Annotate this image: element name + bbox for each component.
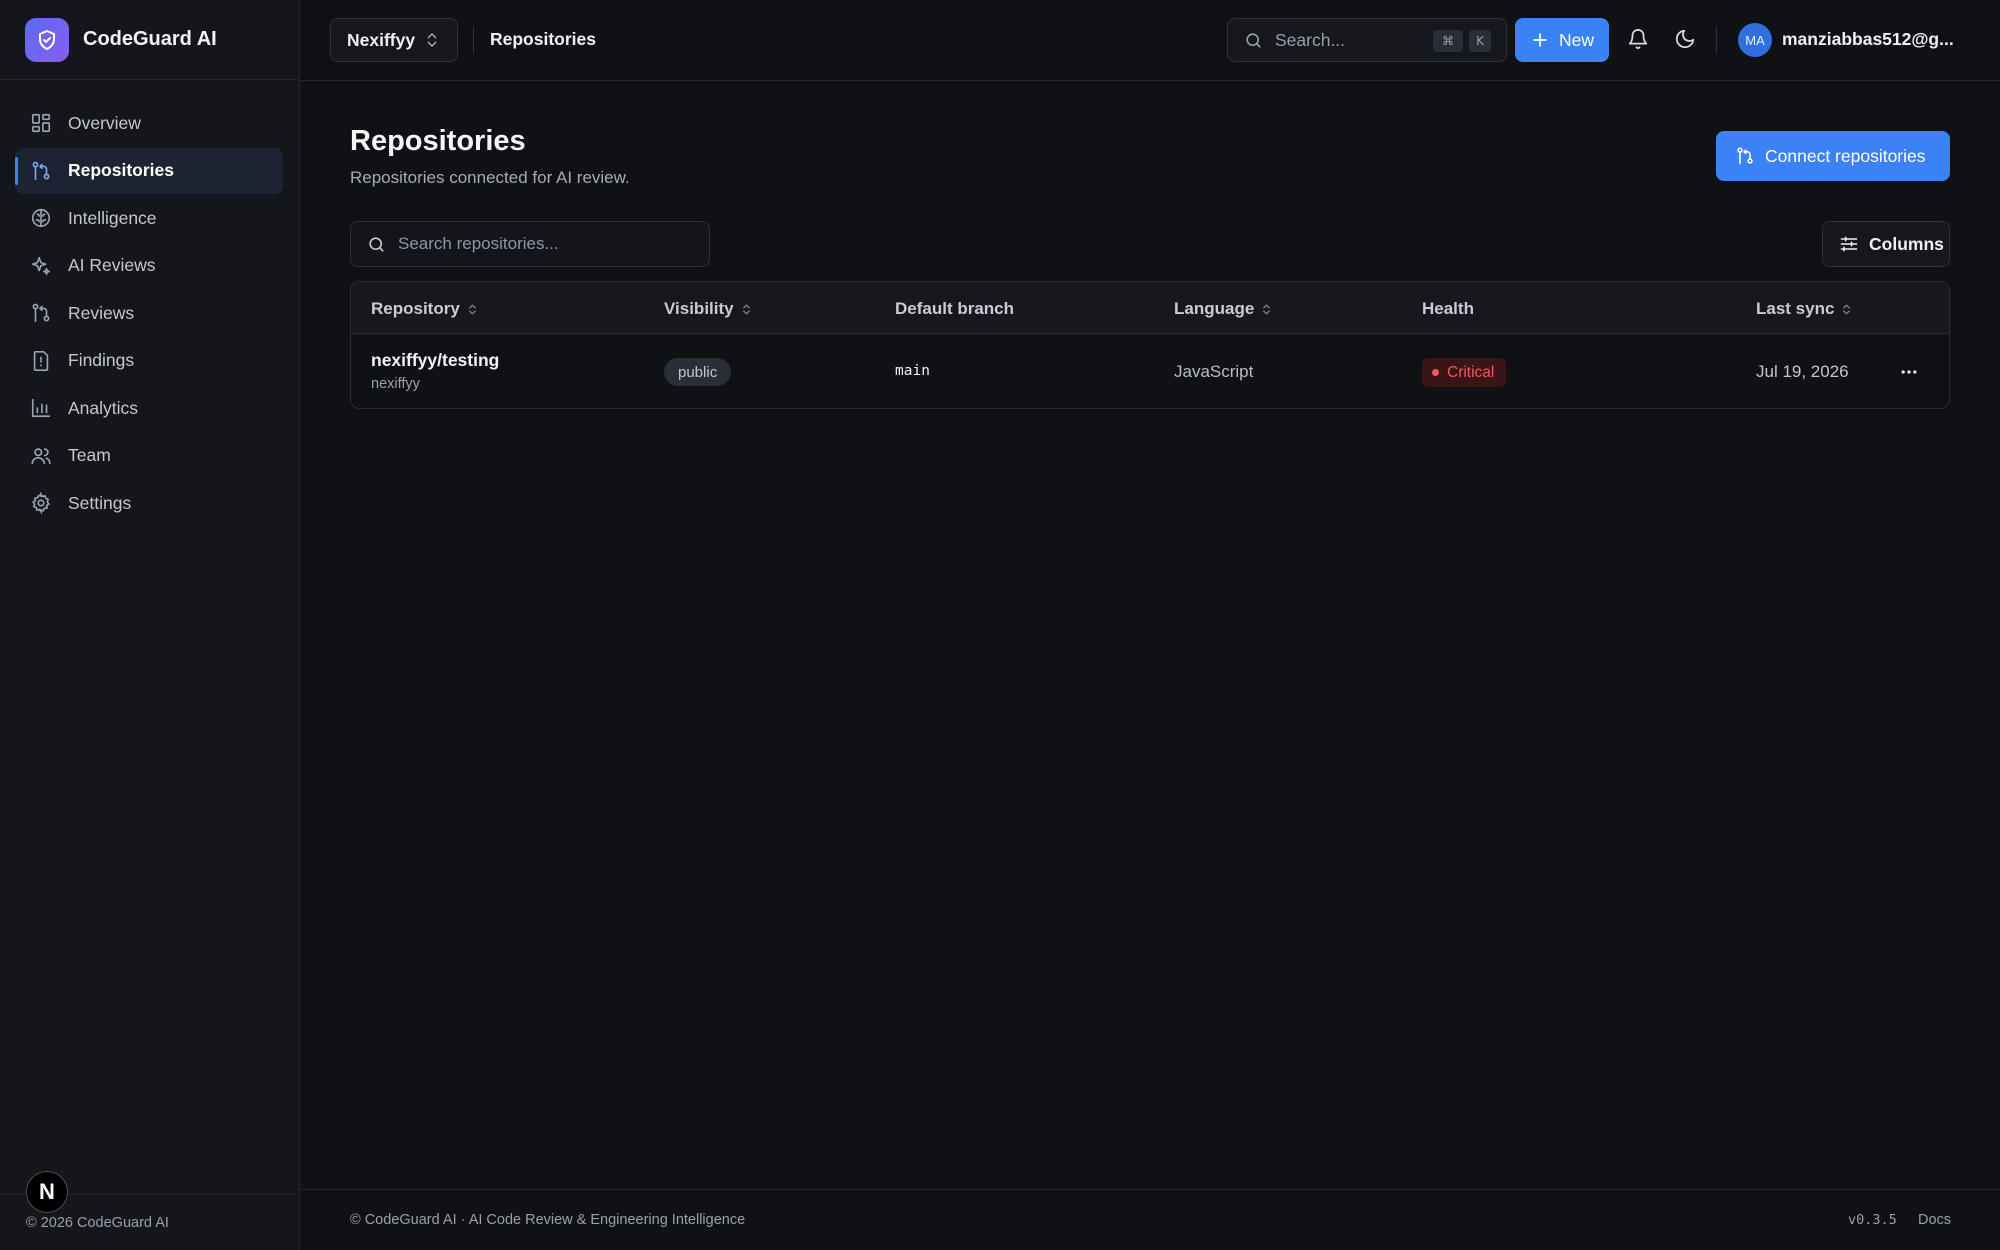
moon-icon[interactable]: [1674, 28, 1696, 50]
sidebar-item-label: Analytics: [68, 397, 139, 418]
plus-icon: [1531, 31, 1549, 49]
sort-icon: [740, 303, 753, 316]
more-options-icon[interactable]: [1899, 362, 1919, 382]
columns-button[interactable]: Columns: [1822, 221, 1950, 267]
footer-text: © CodeGuard AI · AI Code Review & Engine…: [350, 1212, 746, 1228]
users-icon: [30, 445, 52, 467]
new-button[interactable]: New: [1515, 18, 1609, 62]
sidebar-item-label: Reviews: [68, 302, 135, 323]
global-search-placeholder: Search...: [1275, 29, 1346, 50]
sort-icon: [1840, 303, 1853, 316]
workspace-name: Nexiffyy: [347, 29, 416, 50]
sidebar-item-overview[interactable]: Overview: [15, 100, 283, 146]
sidebar-item-findings[interactable]: Findings: [15, 338, 283, 384]
table-row[interactable]: nexiffyy/testing nexiffyy public main Ja…: [351, 334, 1949, 408]
breadcrumb: Repositories: [490, 29, 596, 49]
n-badge-button[interactable]: N: [26, 1171, 68, 1213]
repositories-table: Repository Visibility Default branch Lan…: [350, 281, 1950, 409]
main-content: Repositories Repositories connected for …: [300, 81, 2000, 1189]
sort-icon: [1260, 303, 1273, 316]
connect-repositories-button[interactable]: Connect repositories: [1716, 131, 1950, 181]
sidebar-item-analytics[interactable]: Analytics: [15, 385, 283, 431]
sidebar-item-intelligence[interactable]: Intelligence: [15, 195, 283, 241]
sidebar-copyright: © 2026 CodeGuard AI: [26, 1214, 169, 1231]
sidebar-nav: Overview Repositories Intelligence AI Re…: [0, 80, 299, 526]
sidebar-item-label: Team: [68, 445, 111, 465]
shortcut-mod-key: ⌘: [1433, 30, 1463, 52]
gear-icon: [30, 492, 52, 514]
column-default-branch: Default branch: [895, 299, 1014, 319]
sidebar-item-label: Intelligence: [68, 207, 157, 228]
search-icon: [1244, 31, 1263, 50]
shield-logo-icon: [25, 17, 69, 62]
column-label: Health: [1422, 299, 1474, 318]
top-header: Nexiffyy Repositories Search... ⌘ K New …: [300, 0, 2000, 81]
chevron-up-down-icon: [423, 31, 441, 49]
header-divider: [473, 26, 474, 54]
git-branch-icon: [1735, 146, 1755, 166]
column-language[interactable]: Language: [1174, 299, 1273, 319]
docs-link[interactable]: Docs: [1918, 1212, 1951, 1228]
health-badge: Critical: [1422, 358, 1507, 387]
column-label: Visibility: [664, 299, 734, 318]
column-label: Last sync: [1756, 299, 1835, 318]
git-pull-request-icon: [30, 302, 52, 324]
sidebar-item-settings[interactable]: Settings: [15, 480, 283, 526]
sidebar-item-label: AI Reviews: [68, 255, 156, 275]
column-health: Health: [1422, 299, 1474, 319]
visibility-badge: public: [664, 358, 732, 386]
git-branch-icon: [30, 160, 52, 182]
repository-name[interactable]: nexiffyy/testing: [371, 350, 499, 371]
default-branch: main: [895, 363, 930, 379]
sparkles-icon: [30, 255, 52, 277]
repository-owner: nexiffyy: [371, 376, 420, 392]
repository-search-placeholder: Search repositories...: [398, 234, 559, 253]
connect-button-label: Connect repositories: [1765, 145, 1926, 166]
sort-icon: [466, 303, 479, 316]
column-last-sync[interactable]: Last sync: [1756, 299, 1853, 319]
sidebar-item-label: Findings: [68, 350, 135, 370]
grid-icon: [30, 112, 52, 134]
sidebar-item-ai-reviews[interactable]: AI Reviews: [15, 243, 283, 289]
page-footer: © CodeGuard AI · AI Code Review & Engine…: [300, 1189, 2000, 1250]
column-label: Language: [1174, 299, 1255, 318]
sidebar-item-repositories[interactable]: Repositories: [15, 147, 283, 194]
column-label: Repository: [371, 299, 460, 318]
sidebar-item-reviews[interactable]: Reviews: [15, 290, 283, 336]
workspace-switcher[interactable]: Nexiffyy: [330, 18, 458, 62]
avatar[interactable]: MA: [1738, 23, 1772, 57]
last-sync: Jul 19, 2026: [1756, 362, 1849, 381]
sidebar-item-label: Settings: [68, 492, 132, 513]
version-label: v0.3.5: [1848, 1212, 1897, 1228]
sidebar-item-label: Overview: [68, 112, 141, 133]
app-name: CodeGuard AI: [83, 28, 217, 50]
column-repository[interactable]: Repository: [371, 299, 479, 319]
bar-chart-icon: [30, 397, 52, 419]
sidebar-item-team[interactable]: Team: [15, 433, 283, 479]
repository-search-input[interactable]: Search repositories...: [350, 221, 710, 267]
global-search[interactable]: Search... ⌘ K: [1227, 18, 1507, 62]
bell-icon[interactable]: [1627, 28, 1649, 50]
user-email[interactable]: manziabbas512@g...: [1782, 29, 1954, 50]
health-label: Critical: [1447, 363, 1495, 381]
sidebar-item-label: Repositories: [68, 160, 174, 180]
table-header: Repository Visibility Default branch Lan…: [351, 282, 1949, 334]
brain-icon: [30, 207, 52, 229]
search-icon: [367, 235, 386, 254]
sliders-icon: [1839, 234, 1859, 254]
file-alert-icon: [30, 350, 52, 372]
header-divider: [1716, 26, 1717, 54]
language: JavaScript: [1174, 362, 1254, 381]
page-title: Repositories: [350, 125, 526, 157]
column-label: Default branch: [895, 299, 1015, 318]
columns-button-label: Columns: [1869, 233, 1944, 254]
sidebar-footer: © 2026 CodeGuard AI N: [0, 1171, 299, 1250]
new-button-label: New: [1559, 29, 1595, 50]
sidebar: CodeGuard AI Overview Repositories Intel…: [0, 0, 300, 1250]
page-subtitle: Repositories connected for AI review.: [350, 168, 630, 187]
shortcut-k-key: K: [1469, 30, 1491, 52]
column-visibility[interactable]: Visibility: [664, 299, 753, 319]
brand[interactable]: CodeGuard AI: [0, 0, 299, 80]
status-dot-icon: [1432, 369, 1439, 376]
